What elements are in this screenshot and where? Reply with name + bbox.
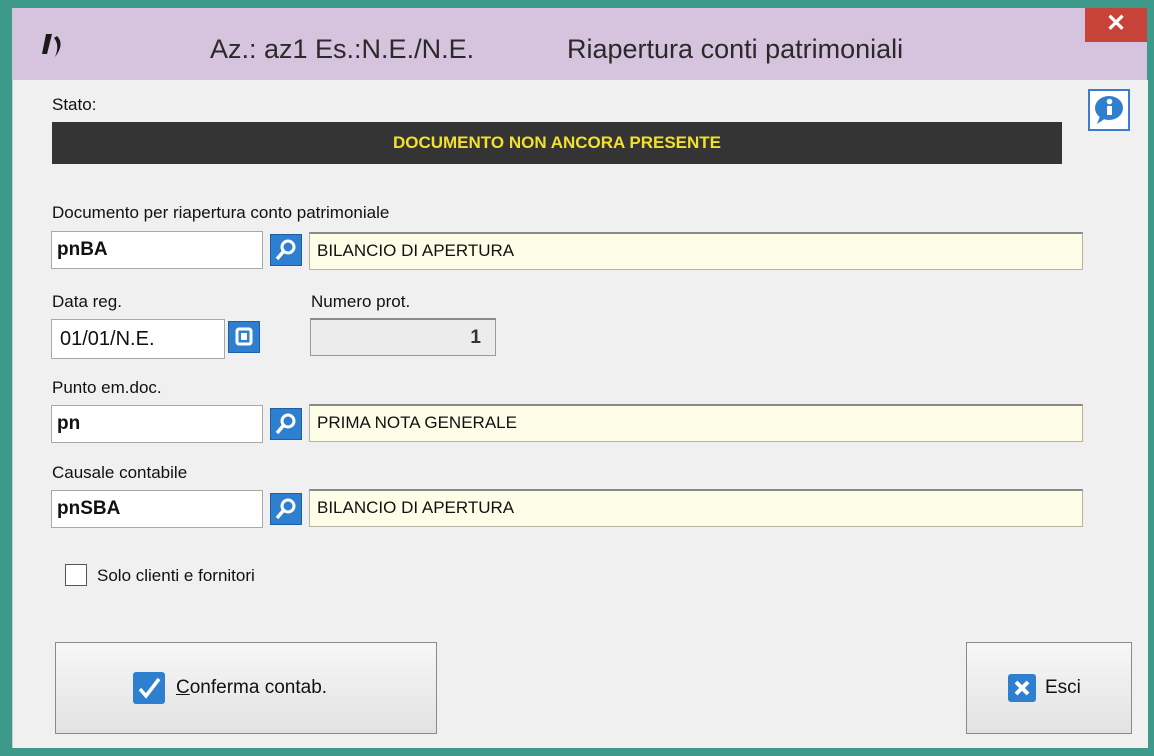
search-icon [275, 498, 296, 520]
info-button[interactable] [1088, 89, 1130, 131]
confirm-button[interactable]: Conferma contab. [55, 642, 437, 734]
app-window: Az.: az1 Es.:N.E./N.E. Riapertura conti … [0, 0, 1154, 756]
documento-code-input[interactable]: pnBA [51, 231, 263, 269]
punto-em-code-input[interactable]: pn [51, 405, 263, 443]
search-icon [275, 239, 296, 261]
data-reg-label: Data reg. [52, 292, 122, 311]
confirm-button-mnemonic: C [176, 677, 190, 698]
calendar-icon [235, 327, 253, 346]
causale-lookup-button[interactable] [270, 493, 302, 525]
date-picker-button[interactable] [228, 321, 260, 353]
checkmark-icon [133, 672, 165, 704]
numero-prot-label: Numero prot. [311, 292, 411, 311]
causale-description: BILANCIO DI APERTURA [309, 489, 1083, 527]
confirm-button-label: Conferma contab. [176, 677, 327, 699]
numero-prot-field: 1 [310, 318, 496, 356]
stato-label: Stato: [52, 95, 97, 114]
window-title-company: Az.: az1 Es.:N.E./N.E. [210, 34, 475, 64]
window-title: Riapertura conti patrimoniali [567, 34, 904, 64]
search-icon [275, 413, 296, 435]
close-x-icon [1008, 674, 1036, 702]
title-bar[interactable]: Az.: az1 Es.:N.E./N.E. Riapertura conti … [12, 8, 1147, 81]
causale-label: Causale contabile [52, 463, 188, 482]
punto-em-description: PRIMA NOTA GENERALE [309, 404, 1083, 442]
exit-button[interactable]: Esci [966, 642, 1132, 734]
app-logo-icon [42, 34, 61, 57]
dialog-body: Stato: DOCUMENTO NON ANCORA PRESENTE Doc… [12, 80, 1148, 748]
solo-clienti-checkbox[interactable] [65, 564, 87, 586]
causale-code-input[interactable]: pnSBA [51, 490, 263, 528]
status-banner: DOCUMENTO NON ANCORA PRESENTE [52, 122, 1062, 164]
exit-button-label: Esci [1045, 677, 1081, 698]
solo-clienti-label: Solo clienti e fornitori [97, 566, 255, 585]
close-button[interactable]: ✕ [1085, 8, 1147, 42]
punto-em-lookup-button[interactable] [270, 408, 302, 440]
data-reg-input[interactable]: 01/01/N.E. [51, 319, 225, 359]
punto-em-label: Punto em.doc. [52, 378, 162, 397]
info-bubble-icon [1095, 96, 1123, 124]
documento-lookup-button[interactable] [270, 234, 302, 266]
documento-description: BILANCIO DI APERTURA [309, 232, 1083, 270]
confirm-button-text: onferma contab. [189, 677, 328, 698]
documento-label: Documento per riapertura conto patrimoni… [52, 203, 390, 222]
